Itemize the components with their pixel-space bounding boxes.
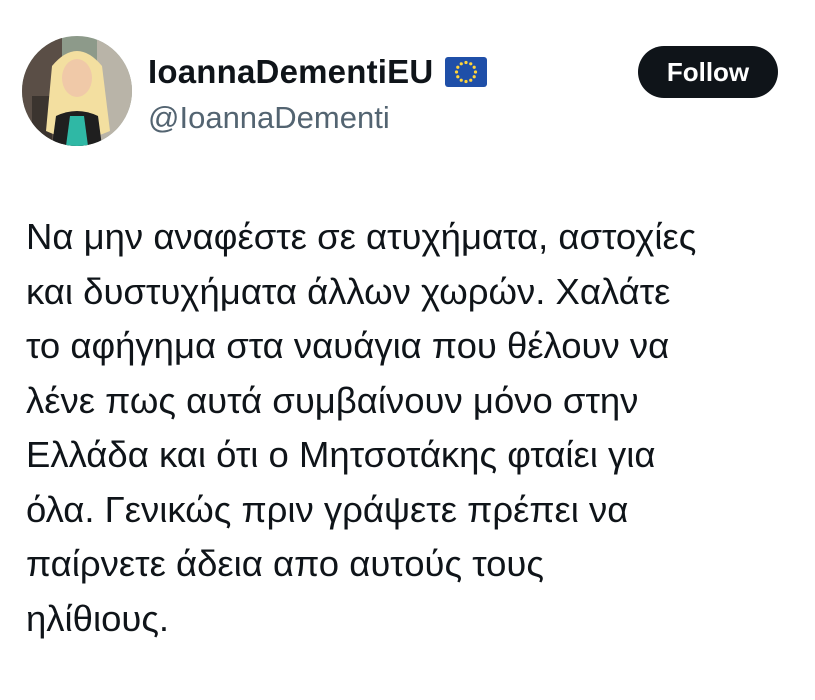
tweet-text-line: το αφήγημα στα ναυάγια που θέλουν να [26, 325, 670, 366]
user-handle[interactable]: @IoannaDementi [148, 98, 390, 138]
tweet-text-line: και δυστυχήματα άλλων χωρών. Χαλάτε [26, 270, 671, 312]
tweet-text-line: Να μην αναφέστε σε ατυχήματα, αστοχίες [26, 216, 697, 257]
tweet-text-line: όλα. Γενικώς πριν γράψετε πρέπει να [26, 488, 629, 530]
eu-flag-icon [445, 57, 488, 87]
tweet-text-line: ηλίθιους. [26, 597, 170, 639]
tweet-card: IoannaDementiEU @IoannaDementi Follow Να… [0, 0, 815, 700]
tweet-text: Να μην αναφέστε σε ατυχήματα, αστοχίες κ… [26, 210, 806, 646]
tweet-text-line: Ελλάδα και ότι ο Μητσοτάκης φταίει για [26, 434, 656, 475]
tweet-text-line: λένε πως αυτά συμβαίνουν μόνο στην [26, 379, 639, 421]
tweet-text-line: παίρνετε άδεια απο αυτούς τους [26, 543, 544, 584]
avatar[interactable] [22, 36, 132, 146]
avatar-image [22, 36, 132, 146]
display-name-row: IoannaDementiEU [148, 50, 488, 94]
display-name[interactable]: IoannaDementiEU [148, 50, 433, 94]
follow-button[interactable]: Follow [638, 46, 778, 98]
